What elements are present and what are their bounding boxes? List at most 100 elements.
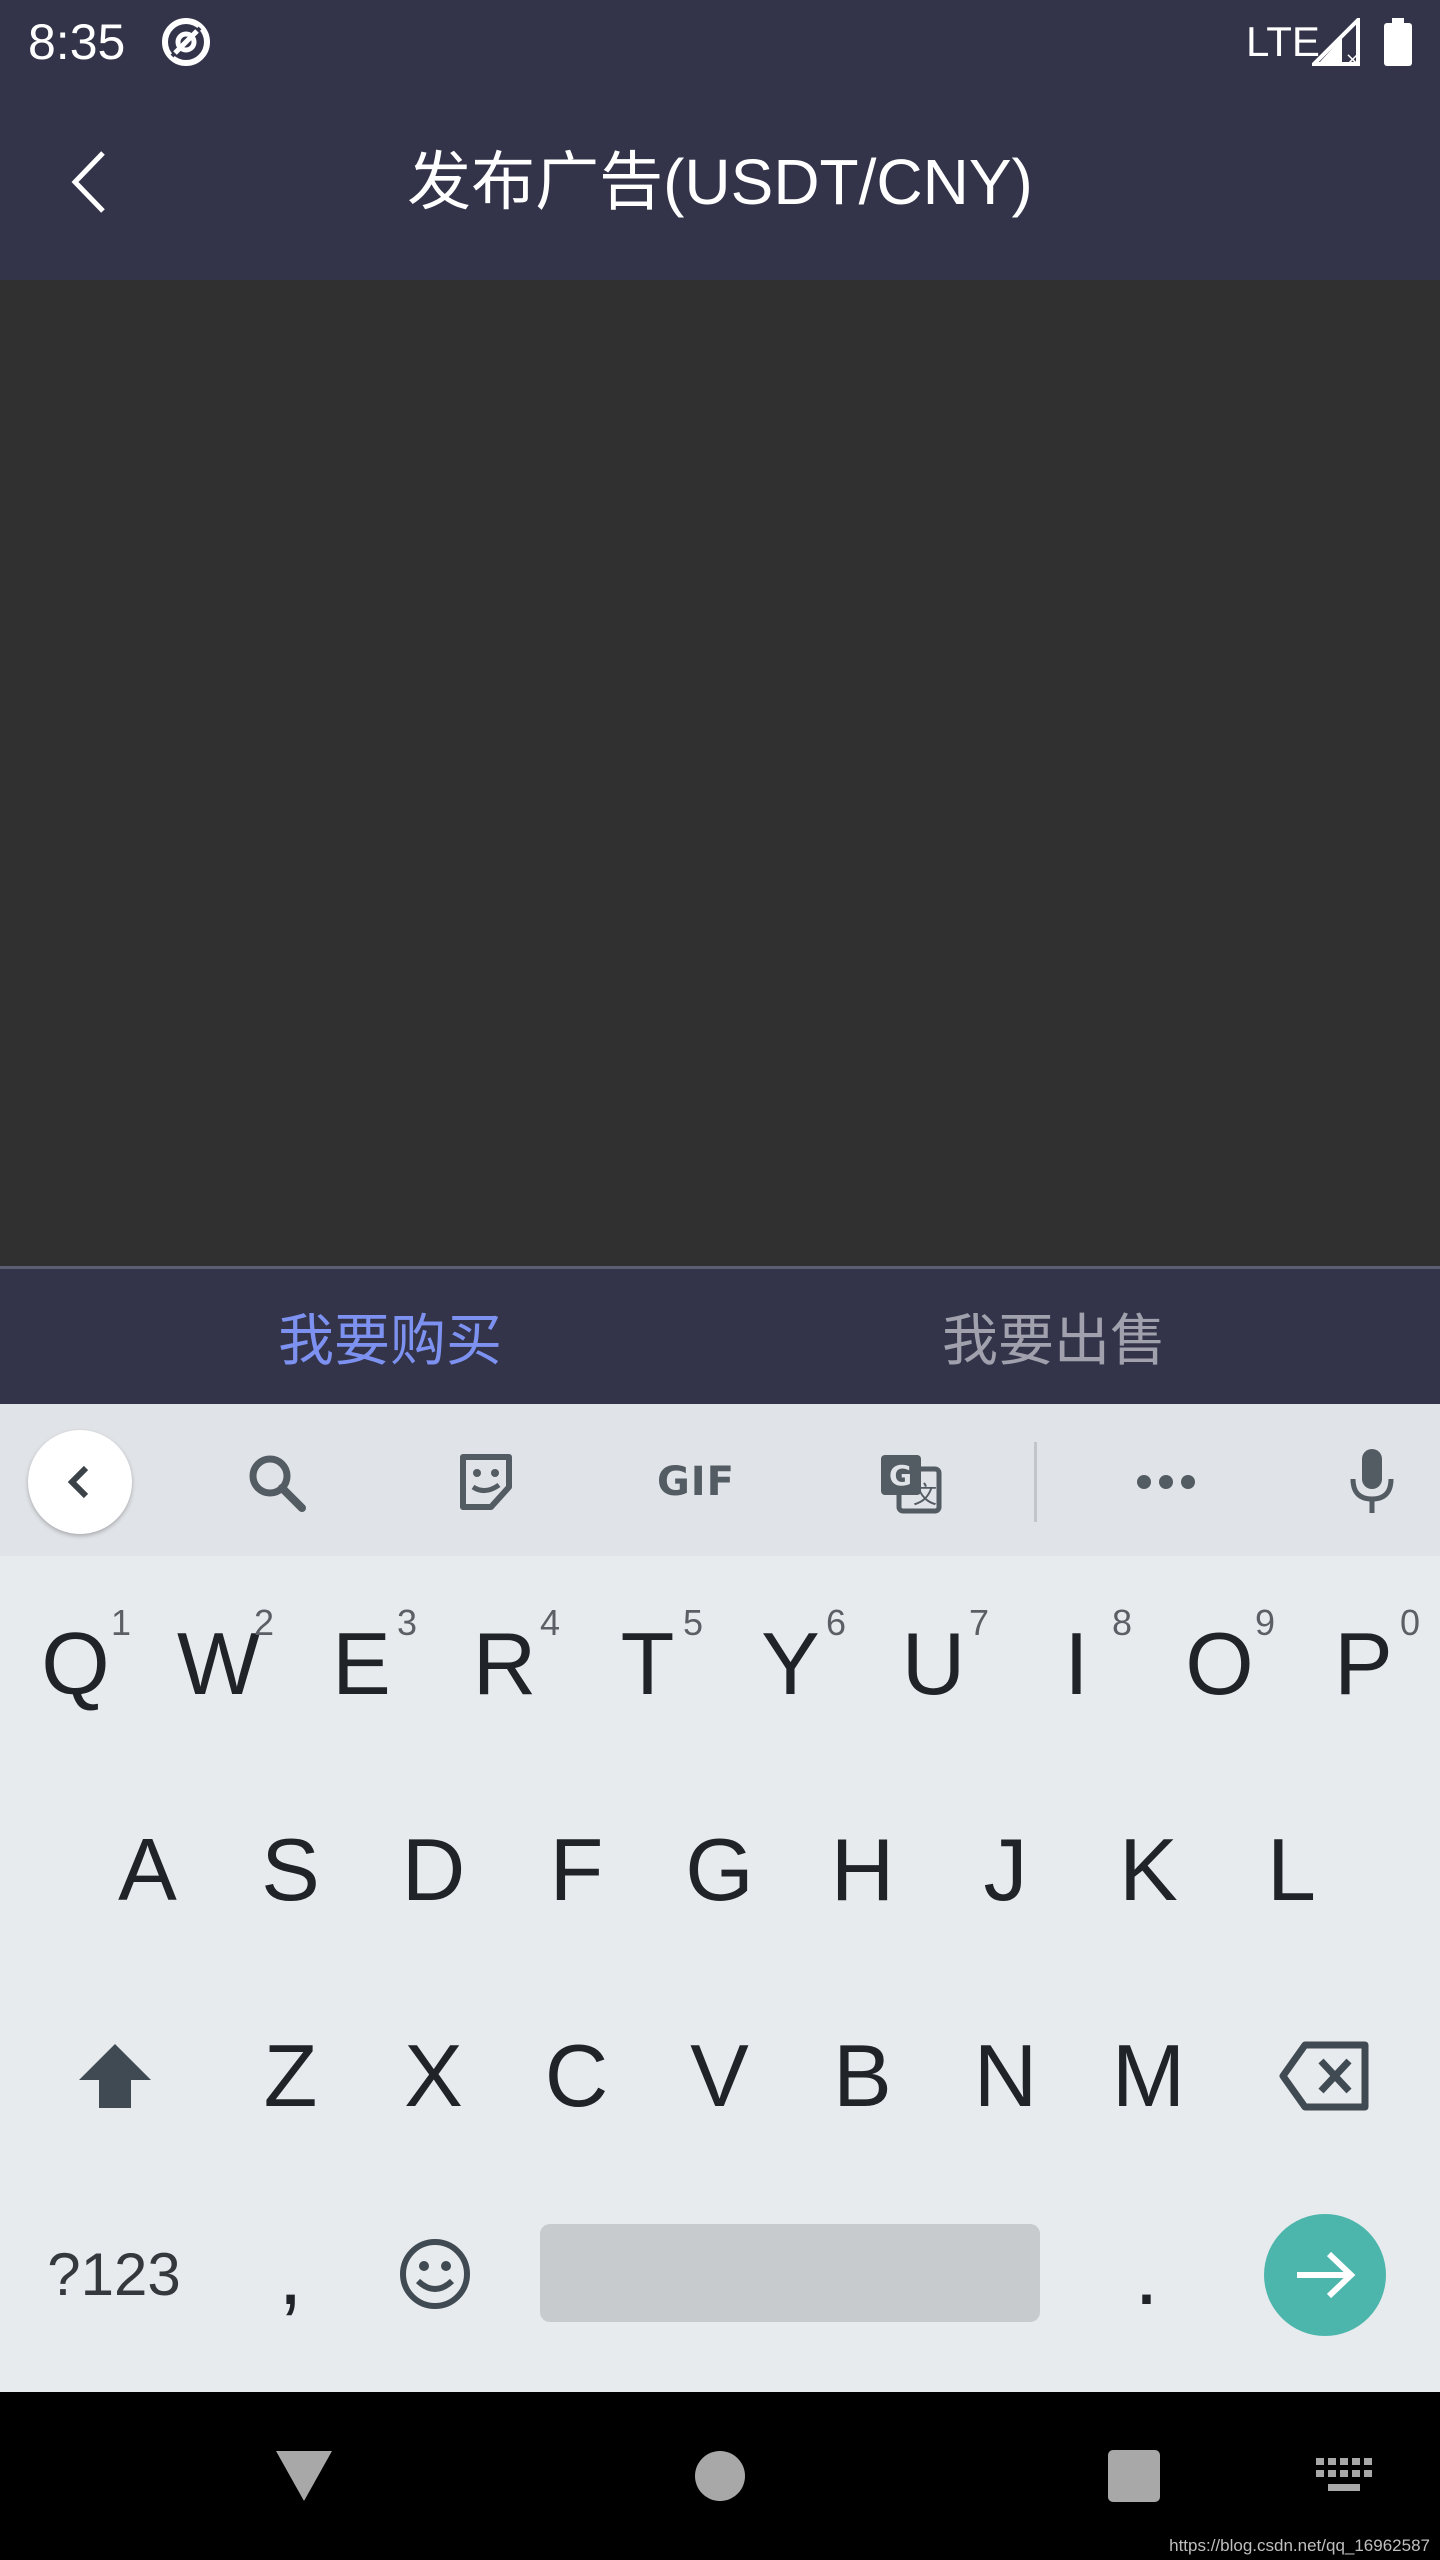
soft-keyboard: GIF G 文 Q1 W2 E3 R 4 T 5 Y 6 U 7 I 8 O 9… [0, 1404, 1440, 2392]
emoji-key[interactable] [362, 2194, 507, 2354]
svg-text:G: G [889, 1459, 912, 1492]
key-label: I [1064, 1614, 1089, 1713]
key-label: P [1334, 1614, 1393, 1713]
key-s[interactable]: S [219, 1790, 362, 1950]
key-z[interactable]: Z [219, 1996, 362, 2156]
keyboard-collapse-button[interactable] [28, 1430, 132, 1534]
key-hint: 2 [253, 1602, 274, 1643]
app-bar: 发布广告(USDT/CNY) [0, 84, 1440, 280]
signal-no-data-icon: × [1309, 15, 1360, 70]
key-d[interactable]: D [362, 1790, 505, 1950]
key-label: T [620, 1614, 675, 1713]
backspace-key[interactable] [1250, 1996, 1400, 2156]
backspace-icon [1279, 2041, 1369, 2111]
key-hint: 5 [682, 1602, 703, 1643]
key-w[interactable]: W2 [147, 1584, 290, 1744]
key-v[interactable]: V [648, 1996, 791, 2156]
key-u[interactable]: U7 [862, 1584, 1005, 1744]
key-label: O [1185, 1614, 1254, 1713]
page-title: 发布广告(USDT/CNY) [407, 146, 1033, 218]
key-g[interactable]: G [648, 1790, 791, 1950]
keyboard-toolbar: GIF G 文 [0, 1404, 1440, 1556]
sync-at-icon [160, 16, 212, 72]
svg-text:×: × [1345, 49, 1360, 66]
key-l[interactable]: L [1220, 1790, 1363, 1950]
key-hint: 9 [1254, 1602, 1275, 1643]
key-p[interactable]: P0 [1291, 1584, 1436, 1744]
toolbar-divider [1034, 1442, 1037, 1522]
search-icon [249, 1455, 306, 1512]
keyboard-translate-button[interactable]: G 文 [858, 1430, 962, 1534]
watermark: https://blog.csdn.net/qq_16962587 [1169, 2536, 1430, 2555]
period-key[interactable]: . [1074, 2194, 1219, 2354]
more-horizontal-icon [1137, 1475, 1195, 1489]
system-nav-bar: https://blog.csdn.net/qq_16962587 [0, 2392, 1440, 2560]
key-o[interactable]: O9 [1148, 1584, 1291, 1744]
gif-label: GIF [656, 1459, 736, 1505]
content-area [0, 280, 1440, 1266]
key-hint: 8 [1111, 1602, 1132, 1643]
symbols-key[interactable]: ?123 [24, 2194, 204, 2354]
key-k[interactable]: K [1077, 1790, 1220, 1950]
emoji-icon [399, 2239, 470, 2309]
key-e[interactable]: E3 [290, 1584, 433, 1744]
key-label: U [901, 1614, 966, 1713]
key-x[interactable]: X [362, 1996, 505, 2156]
keyboard-search-button[interactable] [224, 1430, 328, 1534]
key-j[interactable]: J [934, 1790, 1077, 1950]
tab-sell[interactable]: 我要出售 [720, 1269, 1440, 1404]
svg-text:文: 文 [913, 1481, 937, 1509]
keyboard-voice-button[interactable] [1320, 1430, 1424, 1534]
comma-key[interactable]: , [218, 2194, 363, 2354]
nav-recents-square-icon [1108, 2450, 1160, 2502]
nav-home-circle-icon [695, 2451, 745, 2501]
keyboard-icon [1316, 2458, 1372, 2491]
keyboard-gif-button[interactable]: GIF [644, 1430, 748, 1534]
key-r[interactable]: R4 [433, 1584, 576, 1744]
key-label: W [176, 1614, 261, 1713]
key-a[interactable]: A [76, 1790, 219, 1950]
key-label: Y [761, 1614, 820, 1713]
network-type: LTE [1246, 18, 1320, 65]
key-y[interactable]: Y6 [719, 1584, 862, 1744]
chevron-left-icon [67, 1465, 89, 1499]
key-hint: 3 [396, 1602, 417, 1643]
key-hint: 6 [825, 1602, 846, 1643]
tab-buy[interactable]: 我要购买 [52, 1269, 724, 1404]
nav-back-triangle-icon [276, 2451, 332, 2501]
key-n[interactable]: N [934, 1996, 1077, 2156]
key-label: Q [41, 1614, 110, 1713]
key-b[interactable]: B [791, 1996, 934, 2156]
enter-key[interactable] [1264, 2214, 1386, 2336]
keyboard-more-button[interactable] [1114, 1430, 1218, 1534]
key-h[interactable]: H [791, 1790, 934, 1950]
shift-icon [79, 2044, 151, 2108]
key-t[interactable]: T5 [576, 1584, 719, 1744]
key-m[interactable]: M [1077, 1996, 1220, 2156]
sticker-icon [460, 1454, 512, 1510]
keyboard-switch-button[interactable] [1294, 2426, 1394, 2526]
tab-bar: 我要购买 我要出售 [0, 1266, 1440, 1404]
arrow-right-icon [1297, 2251, 1356, 2299]
status-bar: 8:35 LTE × [0, 0, 1440, 84]
battery-full-icon [1384, 18, 1412, 70]
nav-recents-button[interactable] [1084, 2426, 1184, 2526]
microphone-icon [1350, 1449, 1394, 1513]
nav-back-button[interactable] [254, 2426, 354, 2526]
key-i[interactable]: I8 [1005, 1584, 1148, 1744]
key-label: R [472, 1614, 537, 1713]
key-label: E [332, 1614, 391, 1713]
shift-key[interactable] [40, 1996, 190, 2156]
nav-home-button[interactable] [670, 2426, 770, 2526]
status-time: 8:35 [28, 14, 126, 70]
key-hint: 1 [110, 1602, 131, 1643]
key-q[interactable]: Q1 [4, 1584, 147, 1744]
key-hint: 0 [1399, 1602, 1420, 1643]
keyboard-sticker-button[interactable] [434, 1430, 538, 1534]
key-c[interactable]: C [505, 1996, 648, 2156]
key-hint: 4 [539, 1602, 560, 1643]
key-hint: 7 [968, 1602, 989, 1643]
key-f[interactable]: F [505, 1790, 648, 1950]
space-bar[interactable] [540, 2224, 1040, 2322]
translate-icon: G 文 [881, 1455, 942, 1514]
